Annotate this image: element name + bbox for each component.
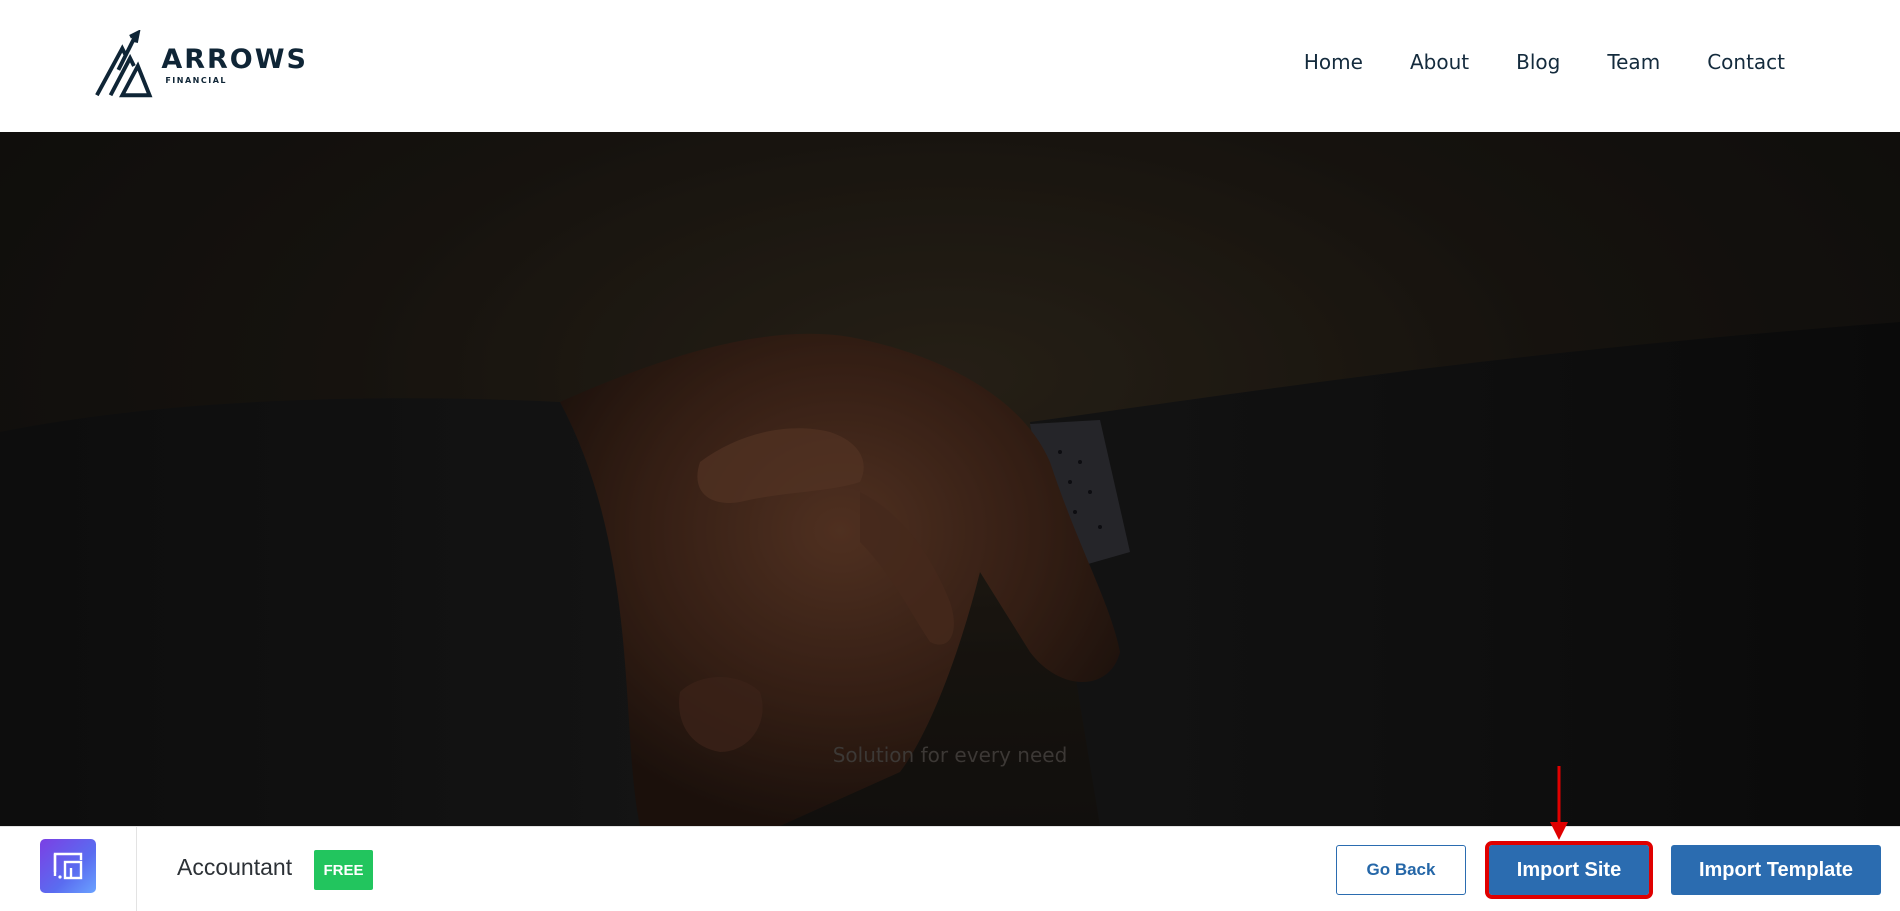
main-nav: Home About Blog Team Contact	[1257, 50, 1785, 74]
site-title: Accountant	[177, 854, 293, 880]
nav-home[interactable]: Home	[1304, 50, 1363, 74]
go-back-button[interactable]: Go Back	[1336, 845, 1466, 895]
logo-tagline: FINANCIAL	[165, 76, 227, 85]
starter-templates-icon	[40, 839, 96, 893]
red-arrow-annotation-icon	[1550, 766, 1568, 840]
hero-overlay	[0, 132, 1900, 826]
logo-text: ARROWS FINANCIAL	[161, 44, 308, 86]
nav-contact[interactable]: Contact	[1707, 50, 1785, 74]
import-action-bar: Accountant FREE Go Back Import Site Impo…	[0, 826, 1900, 911]
nav-about[interactable]: About	[1410, 50, 1469, 74]
nav-team[interactable]: Team	[1607, 50, 1660, 74]
arrows-logo-icon	[95, 30, 153, 98]
brand-box	[0, 827, 137, 911]
import-site-button[interactable]: Import Site	[1485, 841, 1653, 899]
nav-blog[interactable]: Blog	[1516, 50, 1560, 74]
import-template-button[interactable]: Import Template	[1671, 845, 1881, 895]
hero-caption: Solution for every need	[832, 743, 1068, 767]
hero-section: Solution for every need	[0, 132, 1900, 826]
arrows-financial-logo[interactable]: ARROWS FINANCIAL	[93, 30, 308, 100]
logo-name: ARROWS	[161, 44, 308, 75]
free-badge: FREE	[314, 850, 373, 890]
site-header: ARROWS FINANCIAL Home About Blog Team Co…	[0, 0, 1900, 132]
